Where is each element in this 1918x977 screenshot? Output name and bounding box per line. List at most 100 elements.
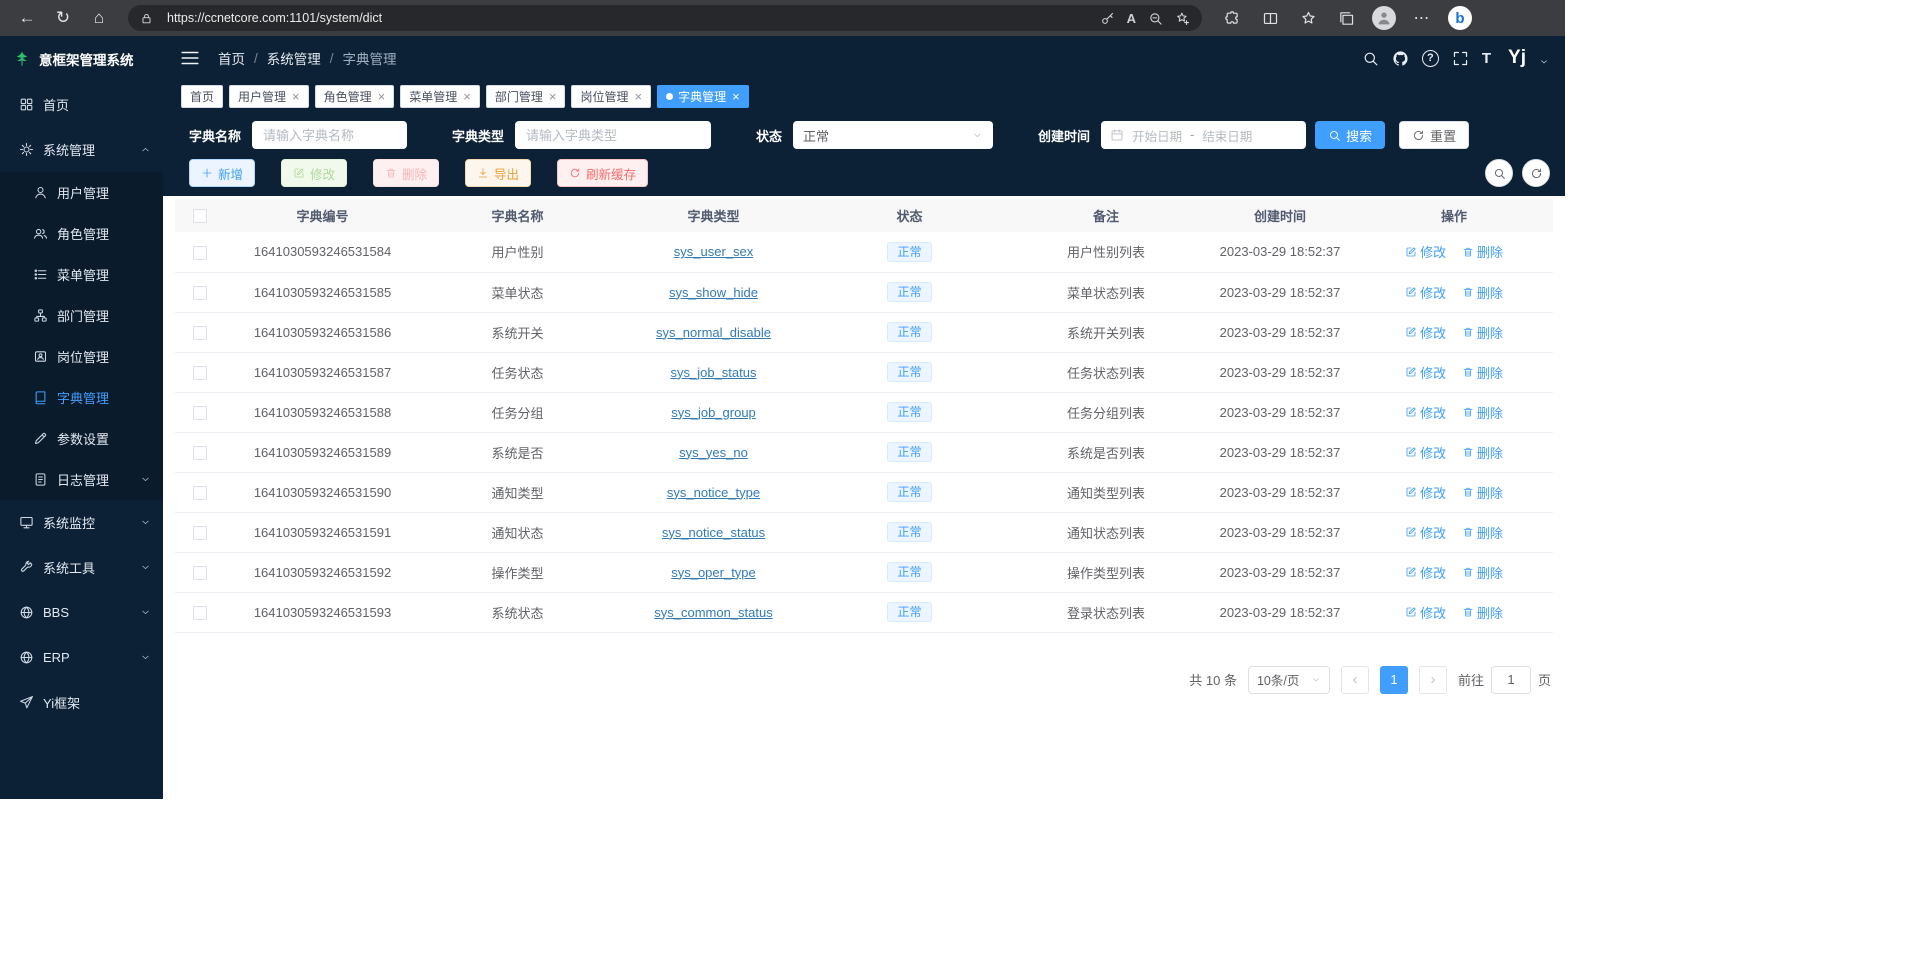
goto-page-input[interactable] bbox=[1491, 666, 1531, 694]
current-page[interactable]: 1 bbox=[1380, 666, 1408, 694]
show-search-toggle-button[interactable] bbox=[1485, 159, 1513, 187]
refresh-table-button[interactable] bbox=[1522, 159, 1550, 187]
row-delete-button[interactable]: 删除 bbox=[1462, 523, 1503, 542]
close-icon[interactable]: × bbox=[549, 90, 557, 103]
tab-post-mgmt[interactable]: 岗位管理 × bbox=[571, 85, 651, 108]
row-edit-button[interactable]: 修改 bbox=[1405, 443, 1446, 462]
collections-icon[interactable] bbox=[1330, 4, 1362, 32]
refresh-cache-button[interactable]: 刷新缓存 bbox=[557, 159, 648, 187]
row-checkbox[interactable] bbox=[193, 446, 207, 460]
user-logo[interactable]: Yj bbox=[1508, 47, 1526, 69]
row-checkbox[interactable] bbox=[193, 486, 207, 500]
sidebar-item-param-settings[interactable]: 参数设置 bbox=[0, 418, 163, 459]
row-edit-button[interactable]: 修改 bbox=[1405, 483, 1446, 502]
row-delete-button[interactable]: 删除 bbox=[1462, 563, 1503, 582]
key-icon[interactable] bbox=[1100, 11, 1115, 26]
close-icon[interactable]: × bbox=[463, 90, 471, 103]
dict-type-link[interactable]: sys_common_status bbox=[654, 605, 773, 620]
dict-type-link[interactable]: sys_show_hide bbox=[669, 285, 758, 300]
export-button[interactable]: 导出 bbox=[465, 159, 531, 187]
sidebar-item-home[interactable]: 首页 bbox=[0, 82, 163, 127]
sidebar-item-log-mgmt[interactable]: 日志管理 bbox=[0, 459, 163, 500]
sidebar-item-dept-mgmt[interactable]: 部门管理 bbox=[0, 295, 163, 336]
row-checkbox[interactable] bbox=[193, 366, 207, 380]
row-delete-button[interactable]: 删除 bbox=[1462, 603, 1503, 622]
dict-type-link[interactable]: sys_notice_status bbox=[662, 525, 765, 540]
address-bar[interactable]: https://ccnetcore.com:1101/system/dict A bbox=[128, 5, 1202, 31]
row-edit-button[interactable]: 修改 bbox=[1405, 323, 1446, 342]
sidebar-item-system-monitor[interactable]: 系统监控 bbox=[0, 500, 163, 545]
back-icon[interactable]: ← bbox=[12, 4, 42, 32]
dict-type-link[interactable]: sys_normal_disable bbox=[656, 325, 771, 340]
row-edit-button[interactable]: 修改 bbox=[1405, 403, 1446, 422]
row-checkbox[interactable] bbox=[193, 246, 207, 260]
reload-icon[interactable]: ↻ bbox=[48, 4, 78, 32]
edit-button[interactable]: 修改 bbox=[281, 159, 347, 187]
row-checkbox[interactable] bbox=[193, 326, 207, 340]
bing-icon[interactable]: b bbox=[1444, 4, 1476, 32]
help-icon[interactable]: ? bbox=[1422, 50, 1439, 67]
row-delete-button[interactable]: 删除 bbox=[1462, 483, 1503, 502]
sidebar-item-bbs[interactable]: BBS bbox=[0, 590, 163, 635]
home-icon[interactable]: ⌂ bbox=[84, 4, 114, 32]
close-icon[interactable]: × bbox=[634, 90, 642, 103]
sidebar-item-erp[interactable]: ERP bbox=[0, 635, 163, 680]
chevron-down-icon[interactable] bbox=[1539, 57, 1549, 67]
sidebar-item-menu-mgmt[interactable]: 菜单管理 bbox=[0, 254, 163, 295]
reset-button[interactable]: 重置 bbox=[1399, 121, 1469, 149]
breadcrumb-system[interactable]: 系统管理 bbox=[267, 48, 321, 68]
dict-type-link[interactable]: sys_user_sex bbox=[674, 244, 753, 259]
sidebar-item-dict-mgmt[interactable]: 字典管理 bbox=[0, 377, 163, 418]
next-page-button[interactable]: › bbox=[1419, 666, 1447, 694]
row-delete-button[interactable]: 删除 bbox=[1462, 323, 1503, 342]
more-menu-icon[interactable]: ⋯ bbox=[1406, 4, 1438, 32]
row-delete-button[interactable]: 删除 bbox=[1462, 283, 1503, 302]
hamburger-icon[interactable] bbox=[179, 47, 201, 69]
row-checkbox[interactable] bbox=[193, 606, 207, 620]
row-checkbox[interactable] bbox=[193, 566, 207, 580]
search-button[interactable]: 搜索 bbox=[1315, 121, 1385, 149]
dict-type-link[interactable]: sys_notice_type bbox=[667, 485, 760, 500]
close-icon[interactable]: × bbox=[378, 90, 386, 103]
dict-name-input[interactable] bbox=[252, 121, 407, 149]
status-select[interactable]: 正常 bbox=[793, 121, 993, 149]
dict-type-link[interactable]: sys_job_status bbox=[671, 365, 757, 380]
github-icon[interactable] bbox=[1392, 50, 1409, 67]
app-logo[interactable]: 意框架管理系统 bbox=[0, 36, 163, 82]
page-size-select[interactable]: 10条/页 bbox=[1248, 666, 1330, 694]
row-delete-button[interactable]: 删除 bbox=[1462, 443, 1503, 462]
row-edit-button[interactable]: 修改 bbox=[1405, 363, 1446, 382]
row-edit-button[interactable]: 修改 bbox=[1405, 563, 1446, 582]
dict-type-link[interactable]: sys_oper_type bbox=[671, 565, 756, 580]
select-all-checkbox[interactable] bbox=[193, 209, 207, 223]
sidebar-item-yi-framework[interactable]: Yi框架 bbox=[0, 680, 163, 725]
sidebar-item-user-mgmt[interactable]: 用户管理 bbox=[0, 172, 163, 213]
close-icon[interactable]: × bbox=[292, 90, 300, 103]
tab-dept-mgmt[interactable]: 部门管理 × bbox=[486, 85, 566, 108]
sidebar-item-system-mgmt[interactable]: 系统管理 bbox=[0, 127, 163, 172]
tab-role-mgmt[interactable]: 角色管理 × bbox=[315, 85, 395, 108]
row-checkbox[interactable] bbox=[193, 286, 207, 300]
sidebar-item-system-tools[interactable]: 系统工具 bbox=[0, 545, 163, 590]
tab-dict-mgmt[interactable]: 字典管理 × bbox=[657, 85, 749, 108]
row-edit-button[interactable]: 修改 bbox=[1405, 603, 1446, 622]
extensions-icon[interactable] bbox=[1216, 4, 1248, 32]
row-delete-button[interactable]: 删除 bbox=[1462, 403, 1503, 422]
tab-home[interactable]: 首页 bbox=[181, 85, 223, 108]
row-delete-button[interactable]: 删除 bbox=[1462, 242, 1503, 261]
prev-page-button[interactable]: ‹ bbox=[1341, 666, 1369, 694]
add-favorite-icon[interactable] bbox=[1175, 11, 1190, 26]
row-checkbox[interactable] bbox=[193, 406, 207, 420]
breadcrumb-home[interactable]: 首页 bbox=[218, 48, 245, 68]
search-icon[interactable] bbox=[1362, 50, 1379, 67]
delete-button[interactable]: 删除 bbox=[373, 159, 439, 187]
zoom-out-icon[interactable] bbox=[1148, 11, 1163, 26]
row-edit-button[interactable]: 修改 bbox=[1405, 242, 1446, 261]
date-range-picker[interactable]: 开始日期 - 结束日期 bbox=[1101, 121, 1306, 149]
url-text[interactable]: https://ccnetcore.com:1101/system/dict bbox=[167, 11, 1088, 25]
sidebar-item-role-mgmt[interactable]: 角色管理 bbox=[0, 213, 163, 254]
tab-menu-mgmt[interactable]: 菜单管理 × bbox=[400, 85, 480, 108]
dict-type-link[interactable]: sys_job_group bbox=[671, 405, 756, 420]
add-button[interactable]: 新增 bbox=[189, 159, 255, 187]
row-checkbox[interactable] bbox=[193, 526, 207, 540]
